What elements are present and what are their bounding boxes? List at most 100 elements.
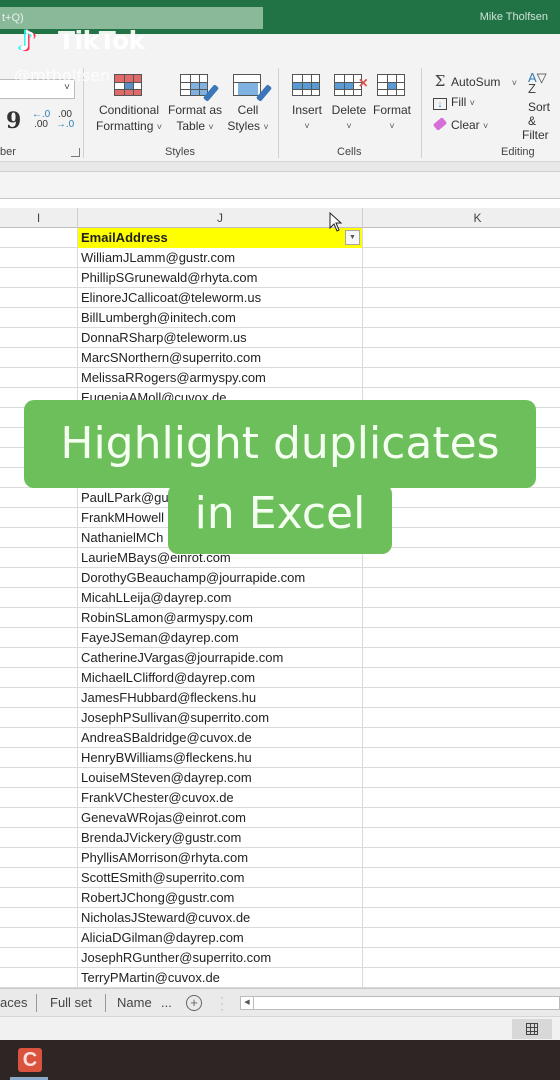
cell[interactable] [0, 228, 78, 248]
column-header-k[interactable]: K [363, 208, 560, 228]
email-cell[interactable]: DonnaRSharp@teleworm.us [78, 328, 363, 348]
header-cell-email-address[interactable]: EmailAddress ▼ [78, 228, 363, 248]
email-cell[interactable]: JamesFHubbard@fleckens.hu [78, 688, 363, 708]
add-sheet-icon[interactable]: + [186, 995, 202, 1011]
camtasia-app-icon[interactable]: C [18, 1048, 42, 1072]
email-cell[interactable]: FrankVChester@cuvox.de [78, 788, 363, 808]
email-cell[interactable]: MelissaRRogers@armyspy.com [78, 368, 363, 388]
cell[interactable] [0, 588, 78, 608]
email-cell[interactable]: FayeJSeman@dayrep.com [78, 628, 363, 648]
cell[interactable] [0, 688, 78, 708]
filter-dropdown-icon[interactable]: ▼ [345, 230, 360, 245]
email-cell[interactable]: MarcSNorthern@superrito.com [78, 348, 363, 368]
horizontal-scrollbar[interactable]: ◀ [240, 996, 560, 1010]
email-cell[interactable]: AndreaSBaldridge@cuvox.de [78, 728, 363, 748]
chevron-down-icon[interactable]: ˅ [512, 78, 517, 88]
cell[interactable] [0, 328, 78, 348]
decrease-decimal-button[interactable]: .00 →.0 [54, 110, 76, 130]
email-cell[interactable]: ScottESmith@superrito.com [78, 868, 363, 888]
clear-button[interactable]: Clear ˅ [432, 117, 488, 132]
cell[interactable] [0, 528, 78, 548]
worksheet-grid[interactable]: EmailAddress ▼ WilliamJLamm@gustr.com Phi… [0, 228, 560, 988]
table-row: JosephRGunther@superrito.com [0, 948, 560, 968]
insert-button[interactable]: Insert ˅ [288, 74, 326, 134]
cell[interactable] [0, 828, 78, 848]
fill-button[interactable]: ↓ Fill ˅ [432, 95, 475, 110]
cell[interactable] [0, 548, 78, 568]
email-cell[interactable]: MichaelLClifford@dayrep.com [78, 668, 363, 688]
email-cell[interactable]: BrendaJVickery@gustr.com [78, 828, 363, 848]
email-cell[interactable]: BillLumbergh@initech.com [78, 308, 363, 328]
sort-filter-button[interactable]: A▽ Z Sort & Filter [522, 71, 560, 142]
cell[interactable] [0, 308, 78, 328]
cell[interactable] [0, 768, 78, 788]
more-sheets-button[interactable]: ... [161, 989, 172, 1017]
email-cell[interactable]: NicholasJSteward@cuvox.de [78, 908, 363, 928]
column-header-i[interactable]: I [0, 208, 78, 228]
cell-styles-icon [233, 74, 261, 96]
cell[interactable] [0, 628, 78, 648]
cell[interactable] [0, 868, 78, 888]
cell[interactable] [0, 368, 78, 388]
delete-button[interactable]: × Delete ˅ [330, 74, 368, 134]
scroll-left-icon[interactable]: ◀ [241, 997, 254, 1009]
cell[interactable] [0, 968, 78, 988]
group-divider [278, 68, 279, 158]
email-cell[interactable]: RobinSLamon@armyspy.com [78, 608, 363, 628]
cell[interactable] [0, 568, 78, 588]
email-cell[interactable]: TerryPMartin@cuvox.de [78, 968, 363, 988]
email-cell[interactable]: GenevaWRojas@einrot.com [78, 808, 363, 828]
cell[interactable] [0, 888, 78, 908]
sheet-tab-full-set[interactable]: Full set [50, 989, 92, 1017]
email-cell[interactable]: ElinoreJCallicoat@teleworm.us [78, 288, 363, 308]
email-cell[interactable]: PhyllisAMorrison@rhyta.com [78, 848, 363, 868]
user-name[interactable]: Mike Tholfsen [480, 11, 548, 23]
cell[interactable] [0, 648, 78, 668]
cell[interactable] [0, 748, 78, 768]
eraser-icon [432, 117, 448, 131]
cell[interactable] [0, 788, 78, 808]
email-cell[interactable]: PhillipSGrunewald@rhyta.com [78, 268, 363, 288]
cell[interactable] [0, 808, 78, 828]
format-as-table-button[interactable]: Format as Table ˅ [167, 74, 223, 135]
cell[interactable] [0, 508, 78, 528]
label-line2: Filter [522, 128, 549, 142]
cell[interactable] [0, 728, 78, 748]
sheet-tab-aces[interactable]: aces [0, 989, 27, 1017]
cell-styles-button[interactable]: Cell Styles ˅ [226, 74, 273, 135]
cell[interactable] [0, 948, 78, 968]
cell[interactable] [0, 268, 78, 288]
comma-style-button[interactable]: 9 [6, 108, 21, 134]
email-cell[interactable]: AliciaDGilman@dayrep.com [78, 928, 363, 948]
cell[interactable] [0, 708, 78, 728]
email-cell[interactable]: LouiseMSteven@dayrep.com [78, 768, 363, 788]
cell[interactable] [0, 908, 78, 928]
email-cell[interactable]: JosephPSullivan@superrito.com [78, 708, 363, 728]
email-cell[interactable]: RobertJChong@gustr.com [78, 888, 363, 908]
dialog-launcher-icon[interactable] [71, 148, 80, 157]
normal-view-button[interactable] [512, 1019, 552, 1039]
autosum-button[interactable]: Σ AutoSum ˅ [432, 72, 517, 90]
label: Delete [331, 103, 367, 117]
email-cell[interactable]: HenryBWilliams@fleckens.hu [78, 748, 363, 768]
column-header-j[interactable]: J [78, 208, 363, 228]
format-button[interactable]: Format ˅ [370, 74, 414, 134]
cell[interactable] [0, 928, 78, 948]
cell[interactable] [0, 248, 78, 268]
email-cell[interactable]: WilliamJLamm@gustr.com [78, 248, 363, 268]
email-cell[interactable]: CatherineJVargas@jourrapide.com [78, 648, 363, 668]
email-cell[interactable]: DorothyGBeauchamp@jourrapide.com [78, 568, 363, 588]
email-cell[interactable]: JosephRGunther@superrito.com [78, 948, 363, 968]
format-as-table-icon [180, 74, 208, 96]
cell[interactable] [0, 288, 78, 308]
increase-decimal-button[interactable]: ←.0 .00 [30, 110, 52, 130]
cell[interactable] [0, 608, 78, 628]
tab-splitter-handle[interactable]: · · · [220, 991, 224, 1015]
formula-bar[interactable] [0, 172, 560, 199]
email-cell[interactable]: MicahLLeija@dayrep.com [78, 588, 363, 608]
sheet-tab-name[interactable]: Name [117, 989, 152, 1017]
cell[interactable] [0, 668, 78, 688]
cell[interactable] [0, 348, 78, 368]
cell[interactable] [0, 848, 78, 868]
cell[interactable] [0, 488, 78, 508]
